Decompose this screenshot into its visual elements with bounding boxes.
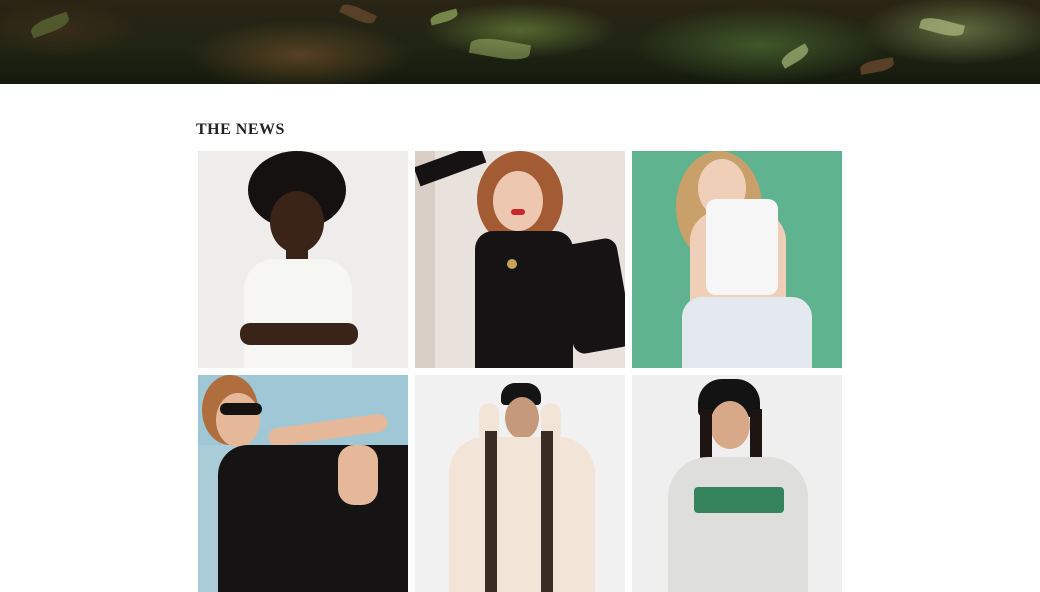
news-section-title: THE NEWS (196, 121, 285, 138)
news-photo-black-turtleneck[interactable] (415, 151, 625, 368)
news-photo-bucket-hat-sweatshirt[interactable] (632, 375, 842, 592)
news-card-6[interactable] (632, 375, 842, 592)
news-photo-bucket-hat-braids[interactable] (415, 375, 625, 592)
news-card-5[interactable] (415, 375, 625, 592)
hero-banner-image (0, 0, 1040, 84)
news-photo-green-backdrop[interactable] (632, 151, 842, 368)
news-card-1[interactable] (198, 151, 408, 368)
news-photo-white-shirt[interactable] (198, 151, 408, 368)
news-card-2[interactable] (415, 151, 625, 368)
news-grid (198, 151, 843, 592)
news-photo-sunglasses[interactable] (198, 375, 408, 592)
news-card-3[interactable] (632, 151, 842, 368)
news-card-4[interactable] (198, 375, 408, 592)
